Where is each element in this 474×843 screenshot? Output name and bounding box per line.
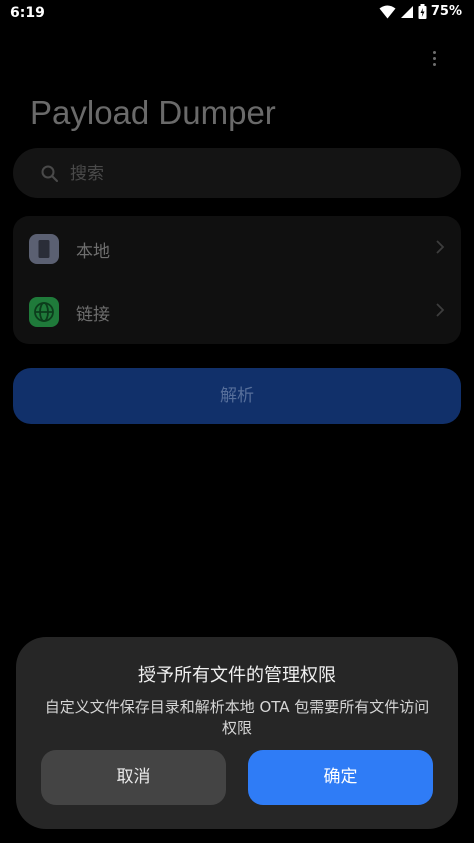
source-item-label: 本地 (76, 242, 110, 262)
status-time: 6:19 (10, 5, 45, 21)
source-item-local[interactable]: 本地 (13, 217, 461, 279)
search-icon (41, 165, 58, 182)
permission-dialog: 授予所有文件的管理权限 自定义文件保存目录和解析本地 OTA 包需要所有文件访问… (16, 637, 458, 829)
chevron-right-icon (436, 240, 445, 254)
dialog-message: 自定义文件保存目录和解析本地 OTA 包需要所有文件访问权限 (44, 698, 430, 737)
globe-icon (29, 297, 59, 327)
page-title: Payload Dumper (30, 94, 276, 131)
search-bar[interactable] (13, 148, 461, 198)
chevron-right-icon (436, 303, 445, 317)
wifi-icon (379, 5, 396, 18)
dialog-title: 授予所有文件的管理权限 (138, 665, 336, 686)
parse-button[interactable]: 解析 (13, 368, 461, 424)
status-icons: 75% (379, 4, 462, 19)
source-item-link[interactable]: 链接 (13, 280, 461, 342)
overflow-menu-icon[interactable] (424, 45, 444, 71)
cancel-button[interactable]: 取消 (41, 750, 226, 805)
phone-icon (29, 234, 59, 264)
confirm-button[interactable]: 确定 (248, 750, 433, 805)
battery-icon (418, 4, 427, 19)
status-bar: 6:19 75% (0, 0, 474, 28)
source-list: 本地 链接 (13, 216, 461, 344)
source-item-label: 链接 (76, 305, 110, 325)
cellular-signal-icon (400, 5, 413, 18)
battery-percentage: 75% (430, 4, 462, 19)
search-input[interactable] (68, 160, 452, 188)
